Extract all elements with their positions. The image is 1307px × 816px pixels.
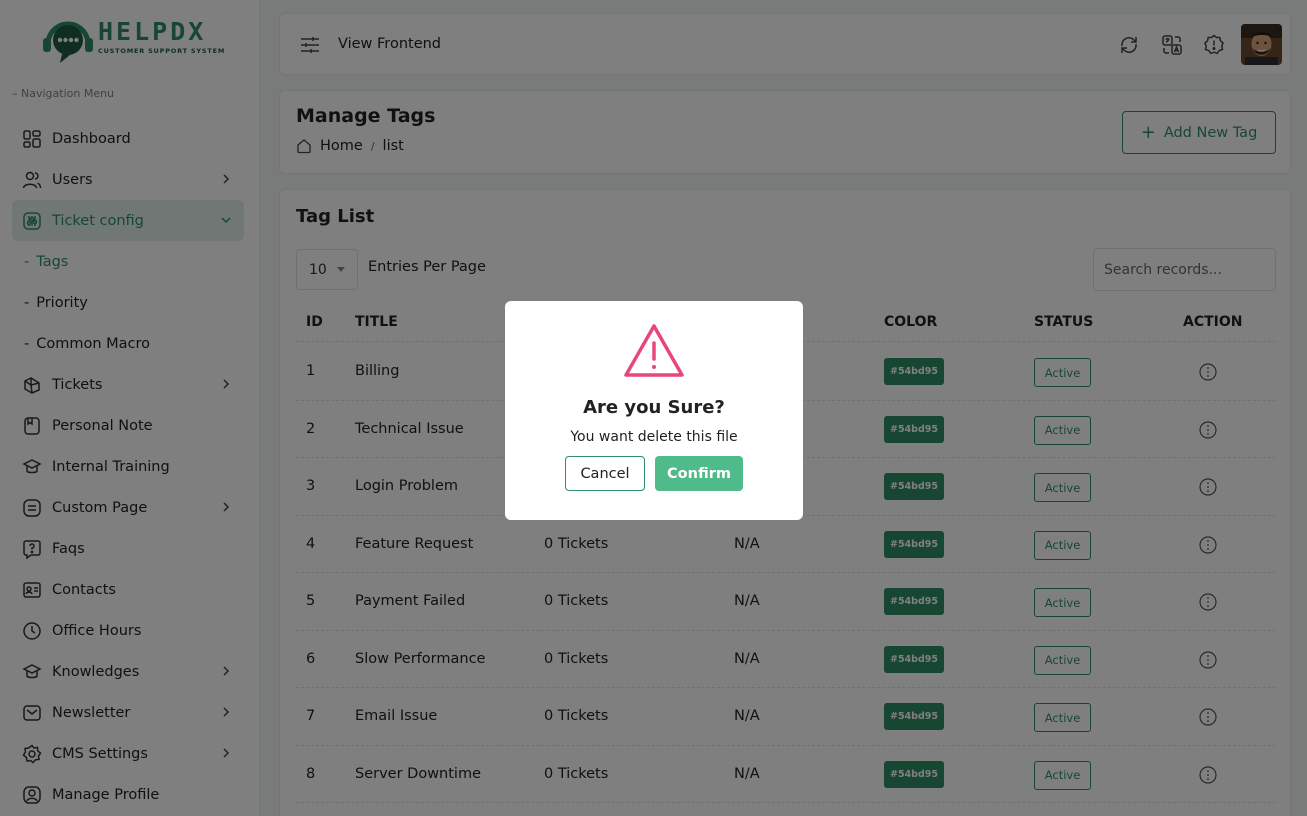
confirm-delete-dialog: Are you Sure? You want delete this file … <box>505 301 803 520</box>
cancel-button[interactable]: Cancel <box>565 456 645 491</box>
dialog-message: You want delete this file <box>570 429 738 445</box>
confirm-button[interactable]: Confirm <box>655 456 743 491</box>
dialog-title: Are you Sure? <box>583 397 725 418</box>
warning-triangle-icon <box>624 324 684 377</box>
